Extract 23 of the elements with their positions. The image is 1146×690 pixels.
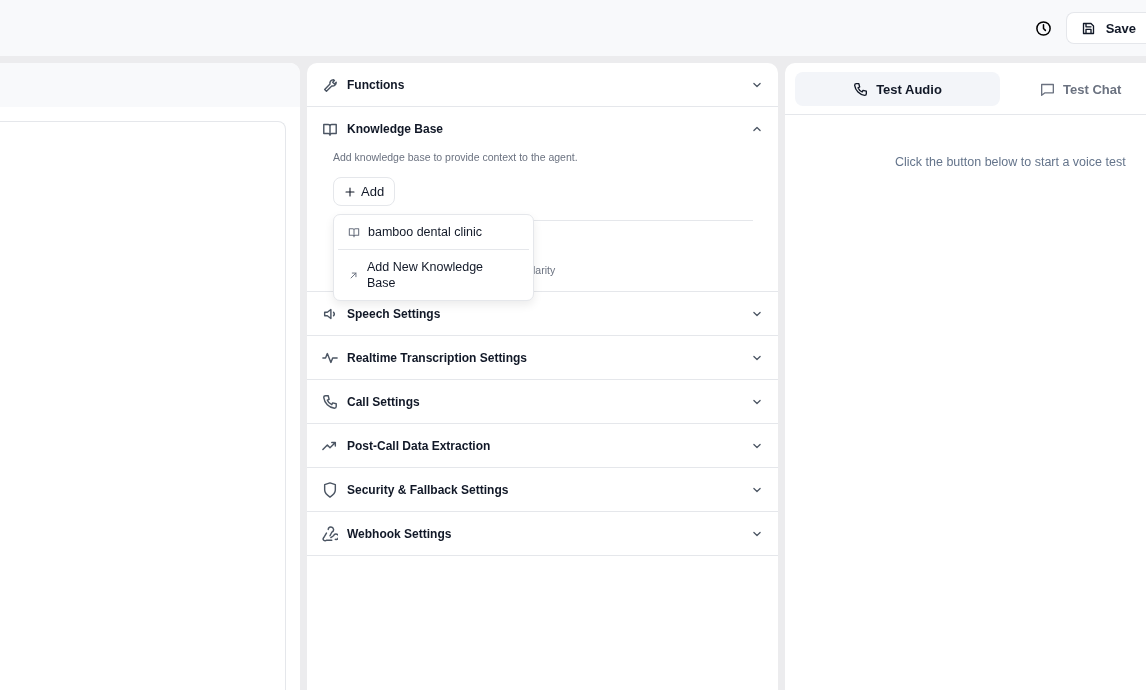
- voice-test-hint: Click the button below to start a voice test: [894, 155, 1127, 169]
- partial-text: larity: [533, 264, 556, 276]
- accordion-header[interactable]: Webhook Settings: [307, 512, 778, 555]
- accordion-header[interactable]: Functions: [307, 63, 778, 106]
- section-description: Add knowledge base to provide context to the agent.: [333, 151, 579, 163]
- phone-icon: [853, 81, 869, 97]
- menu-item[interactable]: bamboo dental clinic: [338, 219, 529, 245]
- accordion-header[interactable]: Security & Fallback Settings: [307, 468, 778, 511]
- chat-icon: [1040, 81, 1055, 97]
- clock-icon: [1034, 19, 1052, 37]
- save-button[interactable]: Save: [1065, 12, 1146, 44]
- save-icon: [1080, 20, 1096, 36]
- accordion-header[interactable]: Speech Settings: [307, 292, 778, 335]
- accordion-header[interactable]: Post-Call Data Extraction: [307, 424, 778, 467]
- book-icon: [348, 226, 360, 238]
- plus-icon: [344, 185, 356, 198]
- tab[interactable]: Test Chat: [1010, 72, 1122, 106]
- tab[interactable]: Test Audio: [795, 72, 1000, 106]
- accordion-header[interactable]: Knowledge Base: [307, 107, 778, 150]
- add-button[interactable]: Add: [333, 177, 396, 206]
- accordion-header[interactable]: Call Settings: [307, 380, 778, 423]
- arrow-up-right-icon: [348, 269, 359, 281]
- accordion-header[interactable]: Realtime Transcription Settings: [307, 336, 778, 379]
